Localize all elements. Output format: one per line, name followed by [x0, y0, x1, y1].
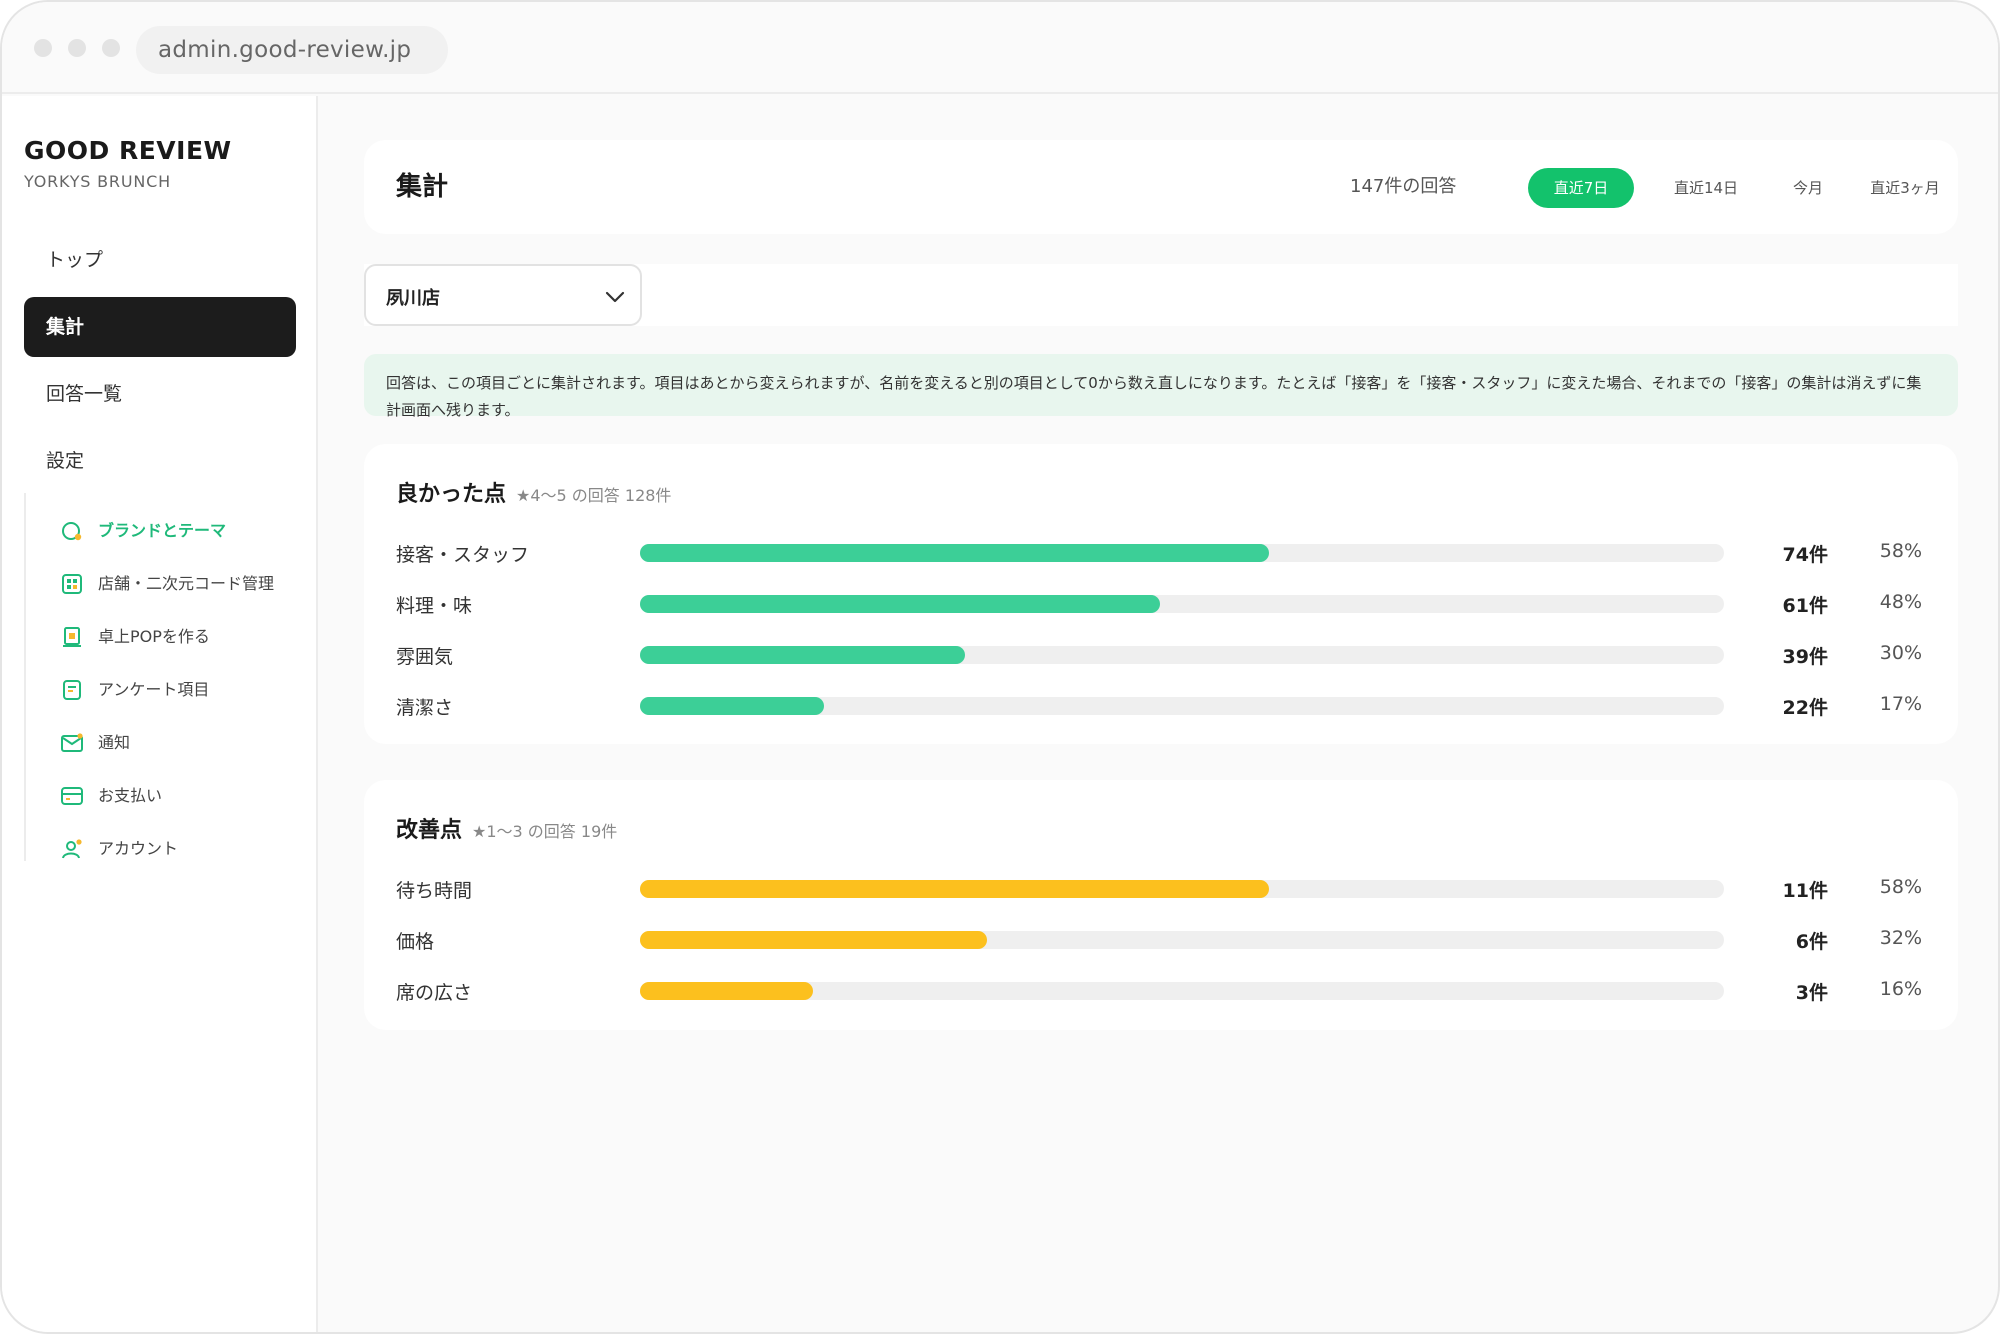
bar-track — [640, 595, 1724, 613]
subnav-label: 卓上POPを作る — [98, 627, 210, 646]
nav-item-top[interactable]: トップ — [24, 230, 296, 290]
improvement-points-title: 改善点 ★1〜3 の回答 19件 — [396, 812, 617, 844]
item-count: 3件 — [1795, 982, 1828, 1004]
subnav-item-notifications[interactable]: 通知 — [60, 725, 296, 761]
item-count: 22件 — [1782, 697, 1828, 719]
bar-fill — [640, 982, 814, 1000]
subnav-label: 店舗・二次元コード管理 — [98, 574, 275, 593]
item-name: 待ち時間 — [396, 880, 473, 902]
subnav-label: アンケート項目 — [98, 680, 210, 699]
window-minimize-dot[interactable] — [68, 39, 86, 57]
bar-row: 待ち時間 11件 58% — [364, 868, 1958, 908]
bar-fill — [640, 931, 987, 949]
info-notice: 回答は、この項目ごとに集計されます。項目はあとから変えられますが、名前を変えると… — [364, 354, 1958, 419]
item-name: 雰囲気 — [396, 646, 454, 668]
bar-track — [640, 982, 1724, 1000]
period-tab-7days[interactable]: 直近7日 — [1528, 168, 1634, 208]
bar-fill — [640, 880, 1269, 898]
page-title: 集計 — [396, 172, 449, 202]
brand-subtitle: YORKYS BRUNCH — [24, 172, 171, 191]
period-tab-14days[interactable]: 直近14日 — [1654, 168, 1758, 208]
account-icon — [62, 839, 82, 859]
item-count: 39件 — [1782, 646, 1828, 668]
bar-fill — [640, 697, 825, 715]
bar-row: 料理・味 61件 48% — [364, 583, 1958, 623]
bar-track — [640, 880, 1724, 898]
period-tab-3months[interactable]: 直近3ヶ月 — [1858, 168, 1952, 208]
bar-row: 雰囲気 39件 30% — [364, 634, 1958, 674]
section-heading: 改善点 — [396, 818, 463, 843]
response-count: 147件の回答 — [1350, 176, 1457, 197]
browser-window: admin.good-review.jp GOOD REVIEW YORKYS … — [0, 0, 2000, 1334]
store-filter-row: 夙川店 — [364, 264, 1958, 326]
item-name: 席の広さ — [396, 982, 473, 1004]
subnav-label: 通知 — [98, 733, 131, 752]
item-percent: 32% — [1879, 927, 1922, 949]
subnav-item-stores-qr[interactable]: 店舗・二次元コード管理 — [60, 566, 296, 602]
qr-code-icon — [62, 574, 82, 594]
nav-item-answers[interactable]: 回答一覧 — [24, 364, 296, 424]
brand-title: GOOD REVIEW — [24, 136, 232, 165]
item-count: 6件 — [1795, 931, 1828, 953]
bar-row: 価格 6件 32% — [364, 919, 1958, 959]
settings-subnav: ブランドとテーマ 店舗・二次元コード管理 卓上POPを作る アンケート項目 通知… — [24, 493, 294, 861]
item-name: 清潔さ — [396, 697, 454, 719]
bar-row: 席の広さ 3件 16% — [364, 970, 1958, 1010]
bar-fill — [640, 544, 1269, 562]
browser-titlebar: admin.good-review.jp — [2, 2, 1998, 94]
window-maximize-dot[interactable] — [102, 39, 120, 57]
mail-icon — [61, 733, 83, 752]
section-heading: 良かった点 — [396, 482, 507, 507]
survey-icon — [63, 680, 81, 700]
subnav-item-survey[interactable]: アンケート項目 — [60, 672, 296, 708]
nav-item-settings[interactable]: 設定 — [24, 431, 296, 491]
subnav-label: アカウント — [98, 839, 179, 858]
summary-header: 集計 147件の回答 直近7日 直近14日 今月 直近3ヶ月 — [364, 140, 1958, 234]
improvement-points-card: 改善点 ★1〜3 の回答 19件 待ち時間 11件 58% 価格 6件 32% 席の広さ 3件 1… — [364, 780, 1958, 1030]
item-percent: 58% — [1879, 540, 1922, 562]
item-name: 接客・スタッフ — [396, 544, 530, 566]
item-count: 11件 — [1782, 880, 1828, 902]
item-name: 価格 — [396, 931, 435, 953]
item-percent: 30% — [1879, 642, 1922, 664]
subnav-label: ブランドとテーマ — [98, 521, 227, 540]
item-count: 61件 — [1782, 595, 1828, 617]
window-close-dot[interactable] — [34, 39, 52, 57]
subnav-item-payment[interactable]: お支払い — [60, 778, 296, 814]
sidebar: GOOD REVIEW YORKYS BRUNCH トップ 集計 回答一覧 設定… — [2, 96, 318, 1332]
bar-fill — [640, 646, 966, 664]
item-percent: 48% — [1879, 591, 1922, 613]
period-tab-this-month[interactable]: 今月 — [1776, 168, 1840, 208]
item-percent: 58% — [1879, 876, 1922, 898]
good-points-card: 良かった点 ★4〜5 の回答 128件 接客・スタッフ 74件 58% 料理・味 61件 4… — [364, 444, 1958, 744]
item-percent: 17% — [1879, 693, 1922, 715]
pop-stand-icon — [63, 627, 81, 647]
good-points-title: 良かった点 ★4〜5 の回答 128件 — [396, 476, 671, 508]
subnav-item-account[interactable]: アカウント — [60, 831, 296, 867]
main-content: 集計 147件の回答 直近7日 直近14日 今月 直近3ヶ月 夙川店 回答は、こ… — [320, 96, 1998, 1332]
bar-track — [640, 931, 1724, 949]
bar-track — [640, 544, 1724, 562]
item-name: 料理・味 — [396, 595, 473, 617]
store-select[interactable]: 夙川店 — [364, 264, 642, 326]
bar-row: 接客・スタッフ 74件 58% — [364, 532, 1958, 572]
nav-item-summary[interactable]: 集計 — [24, 297, 296, 357]
section-subheading: ★4〜5 の回答 128件 — [516, 486, 672, 505]
bar-track — [640, 646, 1724, 664]
bar-row: 清潔さ 22件 17% — [364, 685, 1958, 725]
palette-icon — [62, 522, 82, 541]
address-bar[interactable]: admin.good-review.jp — [136, 26, 448, 74]
credit-card-icon — [61, 787, 83, 805]
bar-fill — [640, 595, 1161, 613]
chevron-down-icon — [605, 291, 625, 303]
subnav-item-pop[interactable]: 卓上POPを作る — [60, 619, 296, 655]
bar-track — [640, 697, 1724, 715]
subnav-item-brand-theme[interactable]: ブランドとテーマ — [60, 513, 296, 549]
item-percent: 16% — [1879, 978, 1922, 1000]
subnav-label: お支払い — [98, 786, 163, 805]
section-subheading: ★1〜3 の回答 19件 — [472, 822, 618, 841]
store-select-value: 夙川店 — [386, 288, 440, 309]
item-count: 74件 — [1782, 544, 1828, 566]
